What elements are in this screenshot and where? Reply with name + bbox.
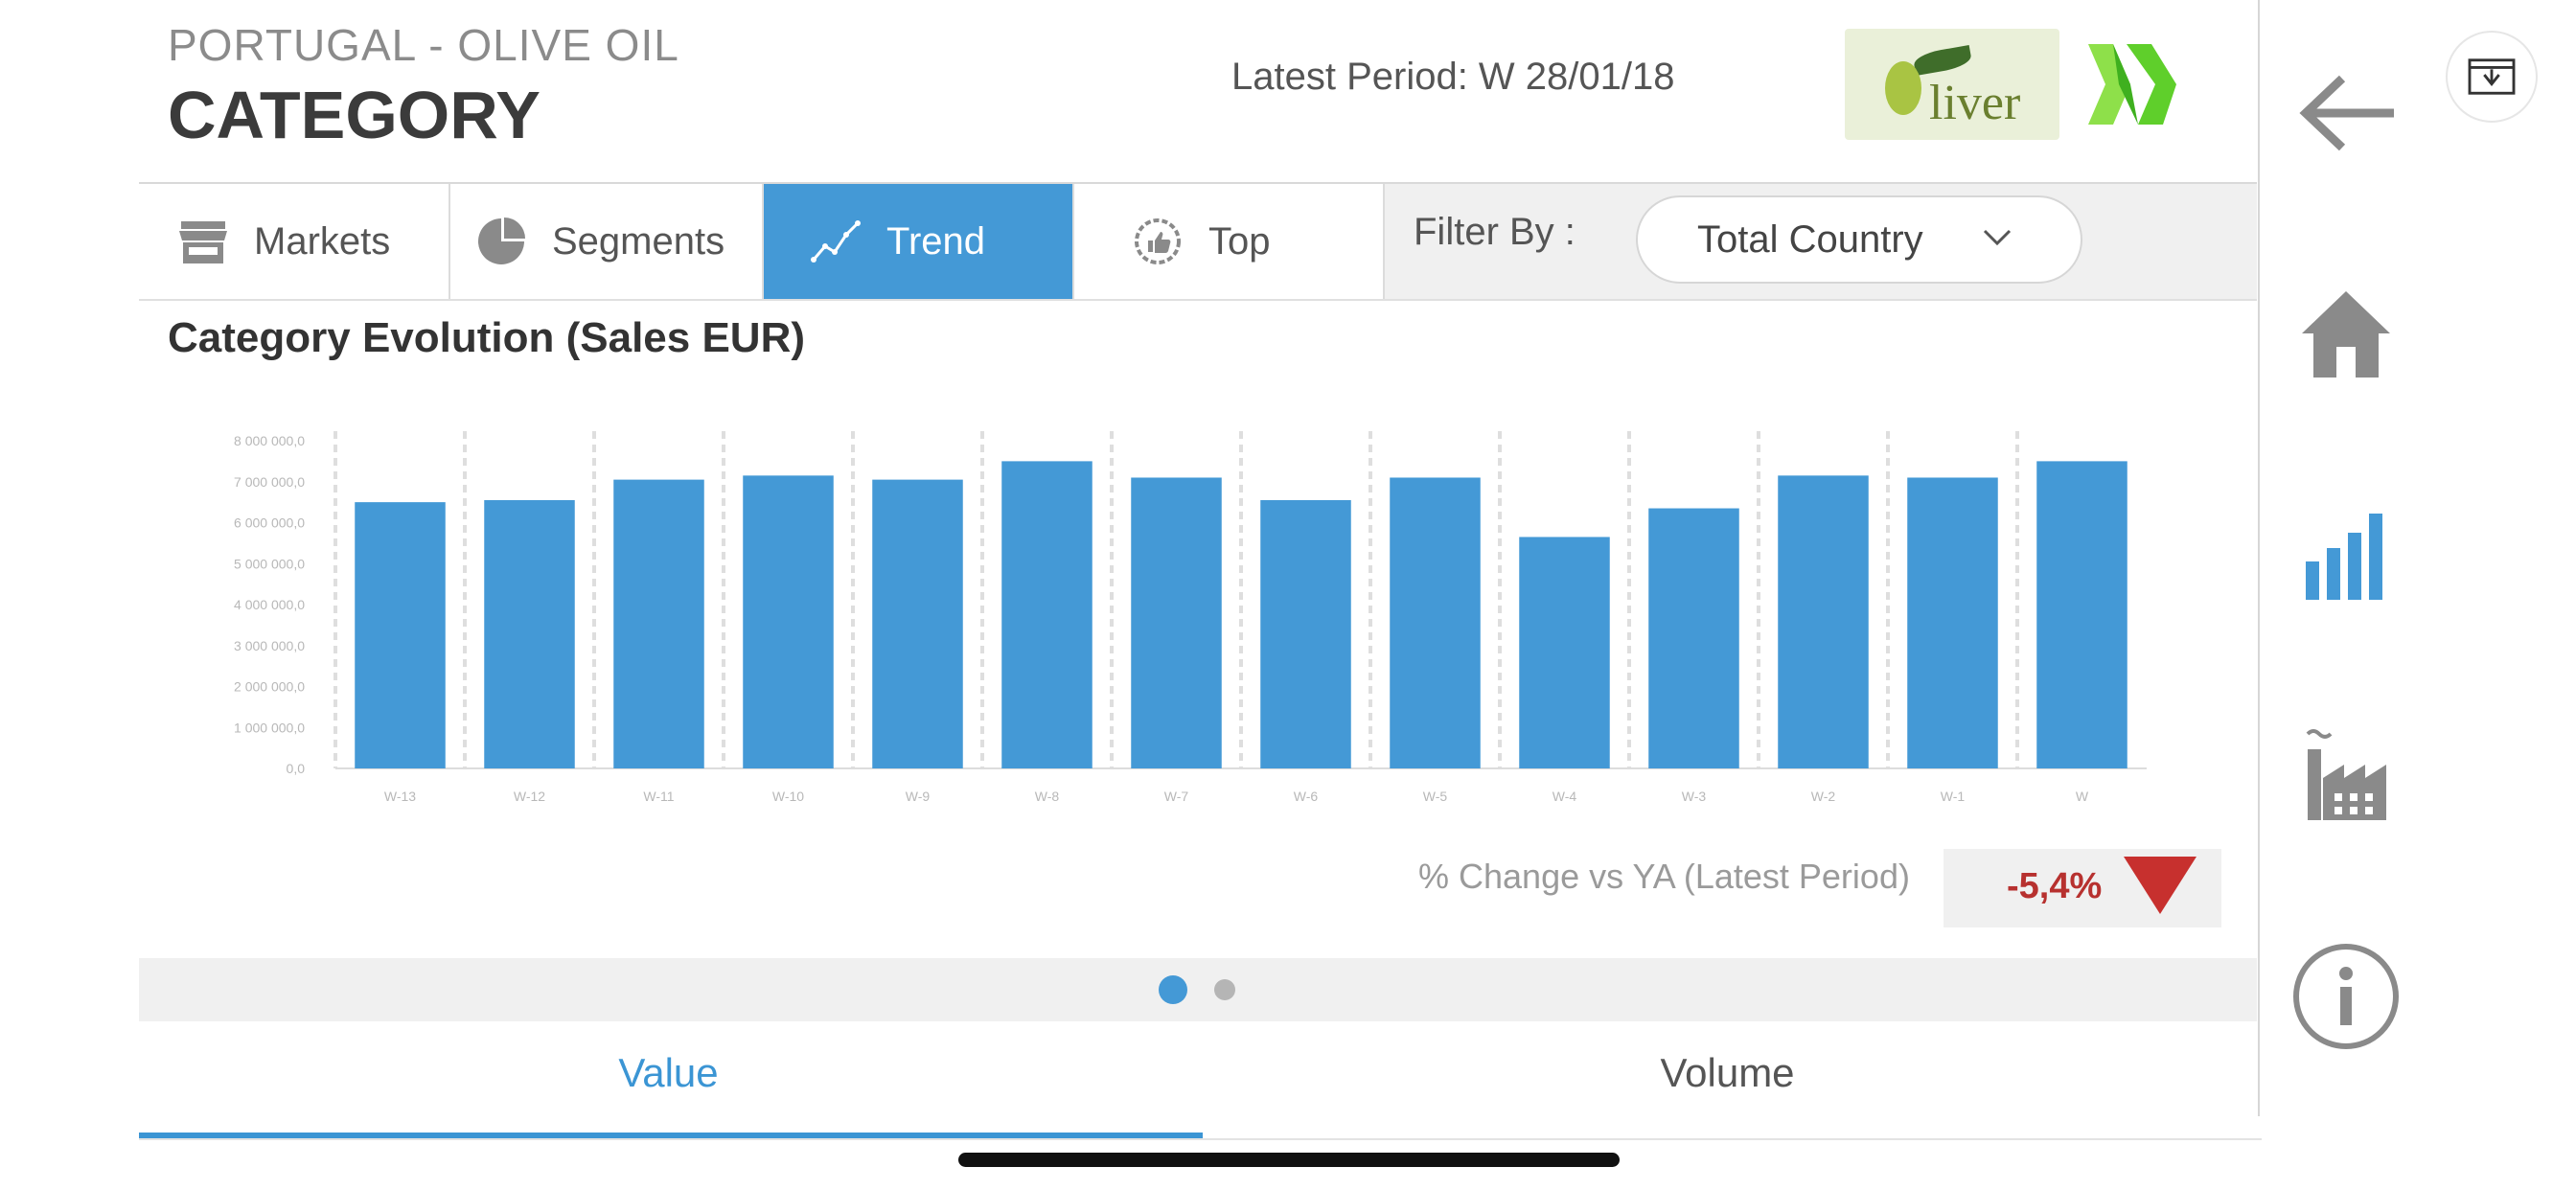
download-icon bbox=[2468, 58, 2516, 95]
tab-value-label: Value bbox=[618, 1050, 719, 1095]
olive-icon bbox=[1885, 61, 1921, 115]
chart-bar[interactable] bbox=[1131, 477, 1222, 768]
chart-bar[interactable] bbox=[1648, 508, 1739, 768]
x-tick-label: W bbox=[2076, 789, 2089, 804]
tab-top[interactable]: Top bbox=[1074, 184, 1385, 299]
chart-bar[interactable] bbox=[743, 475, 834, 768]
chart-bar[interactable] bbox=[1778, 475, 1869, 768]
x-tick-label: W-6 bbox=[1294, 789, 1319, 804]
brand-logo: liver bbox=[1845, 29, 2059, 140]
x-tick-label: W-5 bbox=[1423, 789, 1448, 804]
y-tick-label: 3 000 000,0 bbox=[234, 638, 305, 653]
latest-period: Latest Period: W 28/01/18 bbox=[1231, 56, 1675, 98]
x-tick-label: W-10 bbox=[772, 789, 804, 804]
tab-label: Top bbox=[1208, 219, 1271, 263]
tab-volume-label: Volume bbox=[1660, 1050, 1795, 1095]
x-tick-label: W-2 bbox=[1811, 789, 1836, 804]
change-indicator: -5,4% bbox=[1944, 849, 2221, 927]
tab-volume[interactable]: Volume bbox=[1198, 1021, 2257, 1140]
sales-bar-chart: 0,0 1 000 000,0 2 000 000,0 3 000 000,0 4 00… bbox=[234, 431, 2147, 804]
y-tick-label: 8 000 000,0 bbox=[234, 433, 305, 448]
chart-bar[interactable] bbox=[1390, 477, 1481, 768]
x-tick-label: W-3 bbox=[1682, 789, 1707, 804]
app-root: PORTUGAL - OLIVE OIL CATEGORY Latest Per… bbox=[0, 0, 2576, 1190]
nielsen-logo-icon bbox=[2088, 44, 2176, 125]
change-label: % Change vs YA (Latest Period) bbox=[1418, 857, 1910, 896]
x-tick-label: W-7 bbox=[1164, 789, 1189, 804]
y-tick-label: 7 000 000,0 bbox=[234, 474, 305, 490]
y-tick-label: 4 000 000,0 bbox=[234, 597, 305, 612]
page-title: CATEGORY bbox=[168, 78, 540, 152]
chart-bar[interactable] bbox=[1519, 537, 1610, 768]
trend-line-icon bbox=[811, 220, 861, 263]
download-button[interactable] bbox=[2446, 31, 2538, 123]
down-triangle-icon bbox=[2124, 857, 2196, 914]
page-dot-active[interactable] bbox=[1159, 975, 1187, 1004]
chart-bar[interactable] bbox=[1907, 477, 1998, 768]
x-tick-label: W-1 bbox=[1941, 789, 1966, 804]
y-tick-label: 0,0 bbox=[287, 761, 306, 776]
y-tick-label: 2 000 000,0 bbox=[234, 679, 305, 695]
page-dot[interactable] bbox=[1214, 979, 1235, 1000]
header: PORTUGAL - OLIVE OIL CATEGORY Latest Per… bbox=[139, 0, 2257, 182]
x-tick-label: W-13 bbox=[384, 789, 416, 804]
info-icon[interactable] bbox=[2292, 943, 2400, 1050]
measure-tabs: Value Volume bbox=[139, 1021, 2257, 1140]
y-tick-label: 1 000 000,0 bbox=[234, 720, 305, 735]
tab-value[interactable]: Value bbox=[139, 1021, 1198, 1140]
y-tick-label: 5 000 000,0 bbox=[234, 556, 305, 571]
x-tick-label: W-4 bbox=[1552, 789, 1577, 804]
filter-dropdown[interactable]: Total Country bbox=[1636, 195, 2082, 284]
chart-bar[interactable] bbox=[613, 479, 704, 768]
section-title: Category Evolution (Sales EUR) bbox=[168, 314, 806, 361]
chart-bar[interactable] bbox=[872, 479, 963, 768]
olive-leaf-icon bbox=[1912, 44, 1973, 77]
tab-label: Trend bbox=[886, 219, 986, 263]
y-tick-label: 6 000 000,0 bbox=[234, 515, 305, 531]
x-tick-label: W-12 bbox=[514, 789, 545, 804]
chart-bar[interactable] bbox=[484, 499, 575, 768]
pie-chart-icon bbox=[478, 217, 525, 264]
chart-bar[interactable] bbox=[1260, 499, 1351, 768]
change-value: -5,4% bbox=[2007, 866, 2103, 906]
chart-bar[interactable] bbox=[1001, 461, 1092, 768]
bottom-divider bbox=[139, 1138, 2262, 1140]
factory-icon[interactable] bbox=[2296, 724, 2396, 824]
brand-logo-text: liver bbox=[1929, 76, 2021, 130]
sidebar-divider bbox=[2258, 0, 2260, 1116]
chart-bar[interactable] bbox=[2036, 461, 2128, 768]
bar-chart-icon[interactable] bbox=[2302, 508, 2394, 604]
tab-trend[interactable]: Trend bbox=[764, 184, 1074, 299]
tab-bar: Markets Segments Trend Top Filter By: T… bbox=[139, 184, 2257, 301]
page-indicator bbox=[139, 958, 2257, 1021]
filter-selected-value: Total Country bbox=[1697, 218, 1923, 261]
x-tick-label: W-8 bbox=[1035, 789, 1060, 804]
store-icon bbox=[179, 221, 227, 263]
x-tick-label: W-9 bbox=[906, 789, 931, 804]
page-supertitle: PORTUGAL - OLIVE OIL bbox=[168, 20, 679, 70]
tab-segments[interactable]: Segments bbox=[450, 184, 764, 299]
home-indicator-bar bbox=[958, 1153, 1620, 1167]
filter-label: Filter By : bbox=[1414, 211, 1576, 253]
x-tick-label: W-11 bbox=[643, 789, 674, 804]
tab-label: Segments bbox=[552, 219, 725, 263]
back-arrow-icon[interactable] bbox=[2294, 67, 2400, 163]
chevron-down-icon bbox=[1983, 229, 2012, 246]
tab-label: Markets bbox=[254, 219, 391, 263]
chart-bar[interactable] bbox=[355, 502, 446, 768]
home-icon[interactable] bbox=[2298, 287, 2394, 379]
tab-markets[interactable]: Markets bbox=[139, 184, 450, 299]
thumbs-up-badge-icon bbox=[1135, 218, 1181, 264]
